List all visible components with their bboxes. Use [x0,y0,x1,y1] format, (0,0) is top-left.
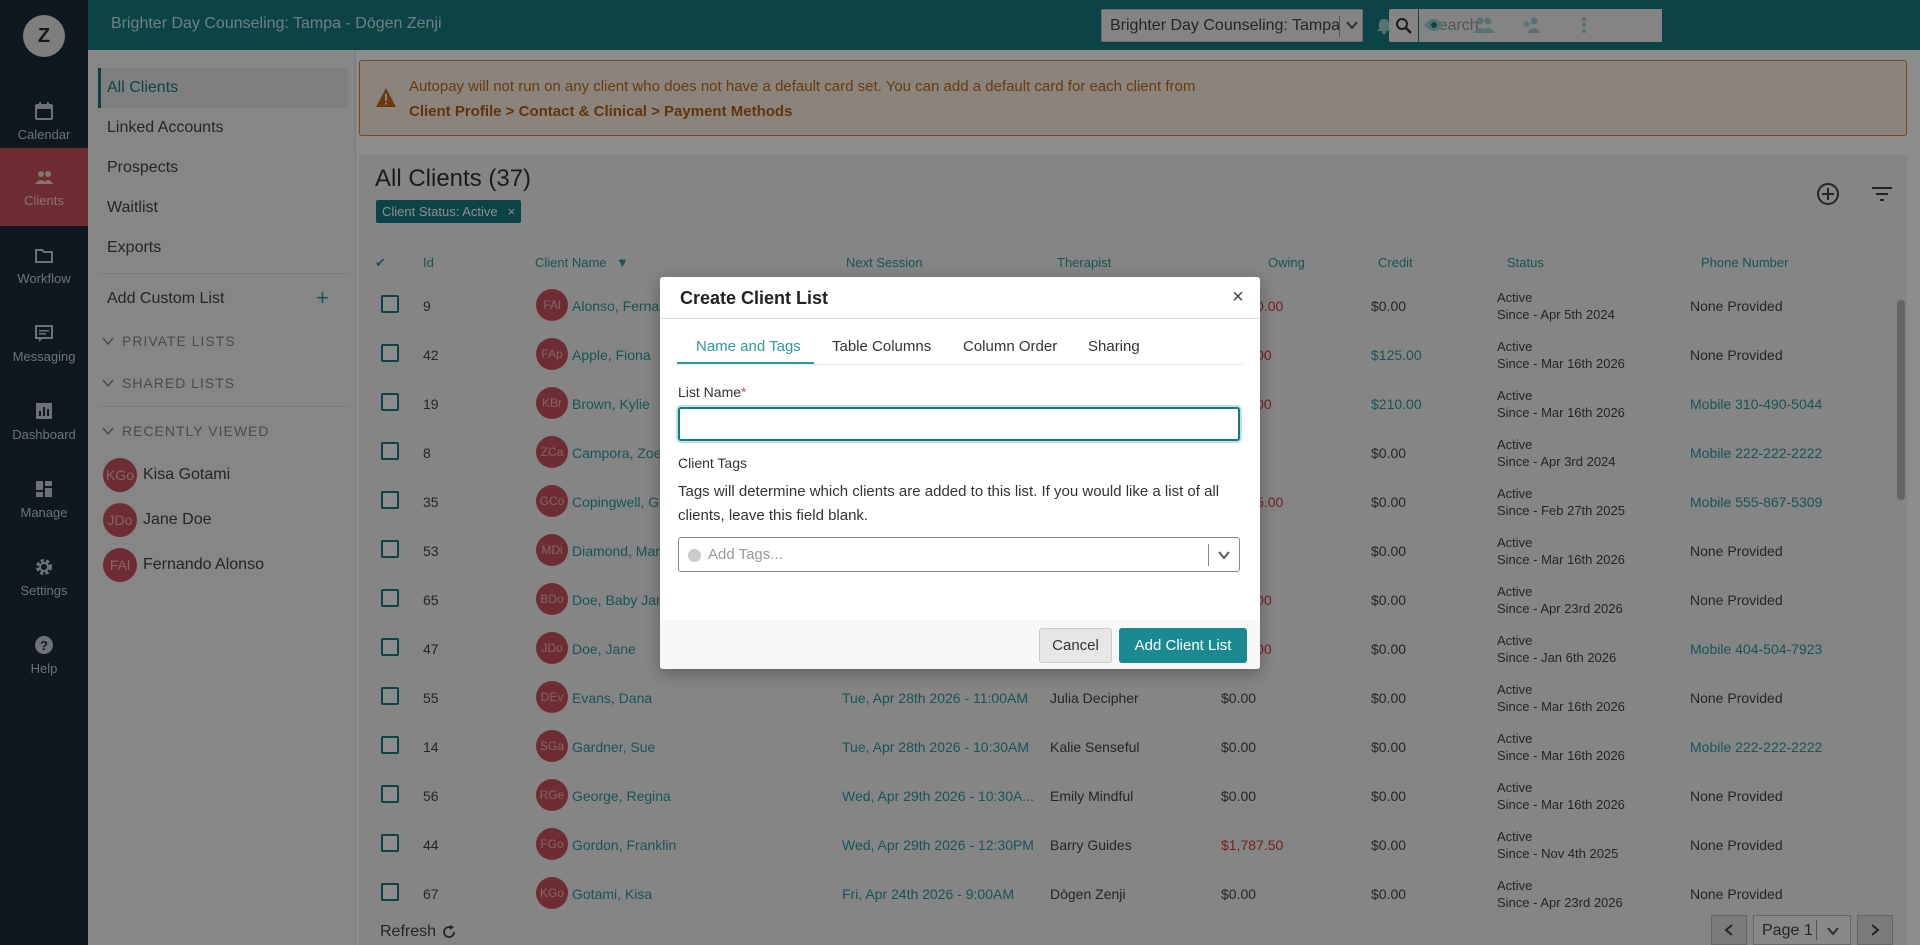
tab-sharing[interactable]: Sharing [1088,338,1140,355]
add-client-list-button[interactable]: Add Client List [1119,628,1247,663]
client-tags-description: Tags will determine which clients are ad… [678,483,1220,524]
tab-name-and-tags[interactable]: Name and Tags [696,338,801,355]
create-client-list-dialog: Create Client List × Name and Tags Table… [660,277,1260,669]
tags-select[interactable]: Add Tags... [678,537,1240,572]
list-name-label: List Name* [678,384,746,400]
dialog-title: Create Client List [680,288,829,308]
tab-column-order[interactable]: Column Order [963,338,1057,355]
tag-dot-icon [688,549,701,562]
tags-placeholder: Add Tags... [708,546,783,563]
active-tab-indicator [677,362,814,364]
select-divider [1208,544,1209,566]
cancel-button[interactable]: Cancel [1039,628,1112,663]
close-icon[interactable]: × [1228,287,1248,307]
tabs-baseline [677,364,1243,365]
tab-table-columns[interactable]: Table Columns [832,338,931,355]
required-marker: * [741,384,747,400]
chevron-down-icon [1218,551,1230,560]
label-text: List Name [678,384,742,400]
list-name-input[interactable] [678,407,1240,441]
divider [660,318,1260,319]
client-tags-label: Client Tags [678,455,748,471]
